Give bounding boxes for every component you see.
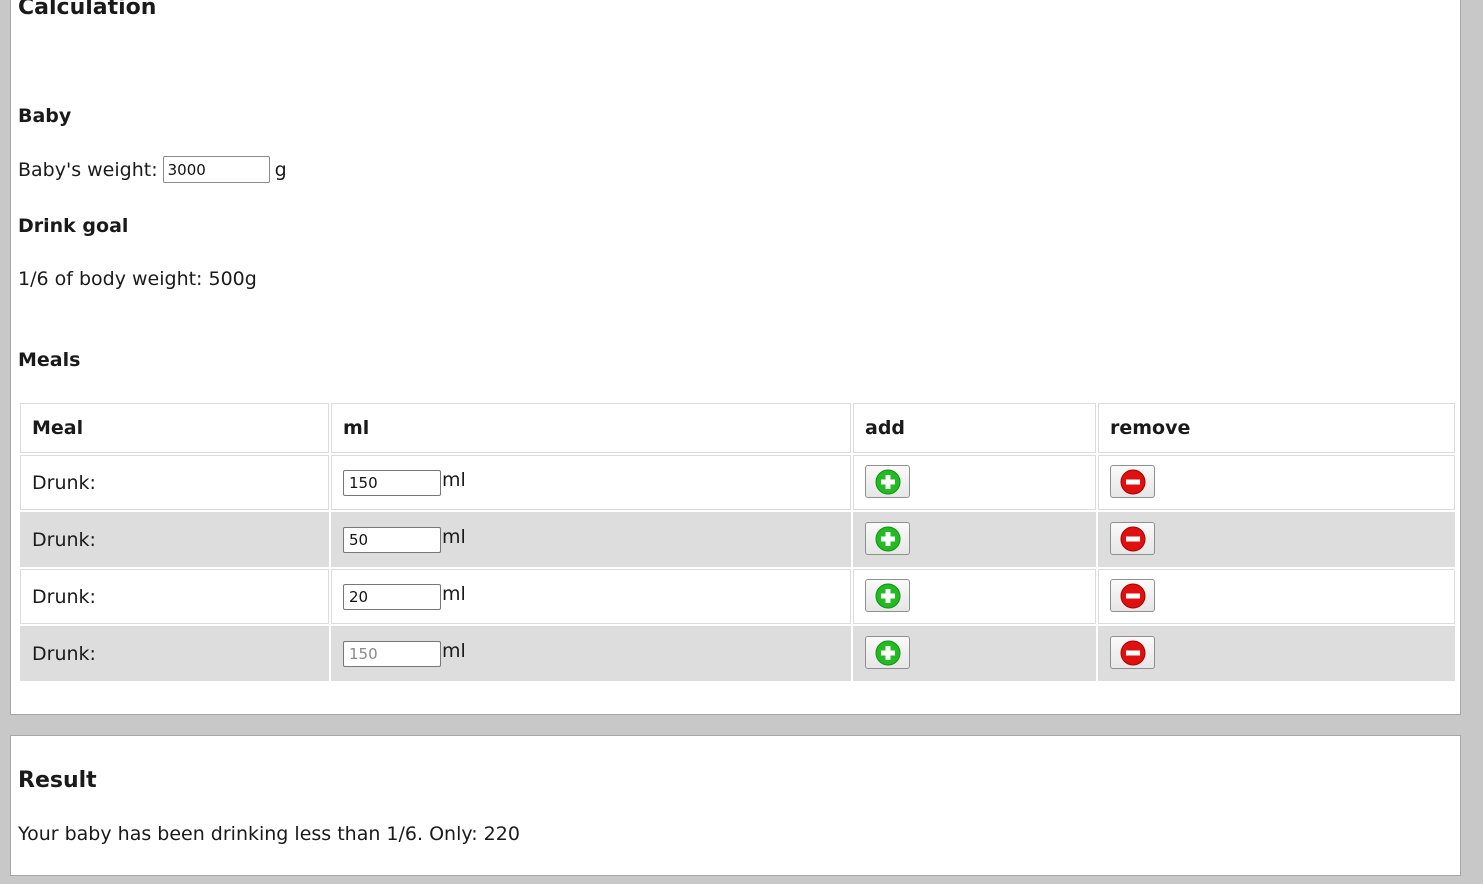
- ml-cell: ml: [331, 455, 851, 510]
- ml-unit: ml: [442, 639, 466, 662]
- baby-heading: Baby: [18, 105, 72, 127]
- add-meal-button[interactable]: [865, 522, 910, 556]
- minus-circle-icon: [1120, 526, 1146, 552]
- ml-cell: ml: [331, 626, 851, 681]
- meal-label-cell: Drunk:: [20, 455, 329, 510]
- remove-cell: [1098, 512, 1455, 567]
- plus-circle-icon: [875, 526, 901, 552]
- meal-label-cell: Drunk:: [20, 569, 329, 624]
- header-ml: ml: [331, 403, 851, 453]
- remove-meal-button[interactable]: [1110, 465, 1155, 499]
- meal-label-cell: Drunk:: [20, 626, 329, 681]
- plus-circle-icon: [875, 640, 901, 666]
- header-remove: remove: [1098, 403, 1455, 453]
- header-add: add: [853, 403, 1096, 453]
- ml-unit: ml: [442, 525, 466, 548]
- meal-row: Drunk: ml: [20, 455, 1455, 510]
- plus-circle-icon: [875, 583, 901, 609]
- remove-meal-button[interactable]: [1110, 579, 1155, 613]
- ml-cell: ml: [331, 569, 851, 624]
- minus-circle-icon: [1120, 640, 1146, 666]
- remove-meal-button[interactable]: [1110, 636, 1155, 670]
- weight-unit: g: [274, 158, 287, 181]
- remove-cell: [1098, 626, 1455, 681]
- meal-row: Drunk: ml: [20, 569, 1455, 624]
- weight-row: Baby's weight: g: [18, 156, 287, 183]
- remove-cell: [1098, 569, 1455, 624]
- meal-row: Drunk: ml: [20, 512, 1455, 567]
- meal-label: Drunk:: [32, 471, 96, 494]
- weight-input[interactable]: [162, 156, 270, 183]
- remove-meal-button[interactable]: [1110, 522, 1155, 556]
- result-panel: Result Your baby has been drinking less …: [10, 735, 1461, 876]
- meal-label: Drunk:: [32, 528, 96, 551]
- ml-input[interactable]: [343, 526, 441, 553]
- meal-label: Drunk:: [32, 642, 96, 665]
- ml-input[interactable]: [343, 640, 441, 667]
- header-meal: Meal: [20, 403, 329, 453]
- add-cell: [853, 569, 1096, 624]
- page-title: Calculation: [18, 0, 157, 20]
- ml-input[interactable]: [343, 583, 441, 610]
- meal-label: Drunk:: [32, 585, 96, 608]
- drink-goal-text: 1/6 of body weight: 500g: [18, 268, 257, 290]
- remove-cell: [1098, 455, 1455, 510]
- add-meal-button[interactable]: [865, 636, 910, 670]
- minus-circle-icon: [1120, 469, 1146, 495]
- add-cell: [853, 626, 1096, 681]
- ml-input[interactable]: [343, 469, 441, 496]
- ml-unit: ml: [442, 582, 466, 605]
- add-cell: [853, 455, 1096, 510]
- ml-cell: ml: [331, 512, 851, 567]
- meals-table: Meal ml add remove Drunk:mlDrunk:mlDrunk…: [18, 401, 1457, 683]
- minus-circle-icon: [1120, 583, 1146, 609]
- weight-label: Baby's weight:: [18, 158, 158, 181]
- drink-goal-heading: Drink goal: [18, 215, 129, 237]
- meal-row: Drunk: ml: [20, 626, 1455, 681]
- add-meal-button[interactable]: [865, 579, 910, 613]
- result-heading: Result: [18, 768, 97, 793]
- table-header-row: Meal ml add remove: [20, 403, 1455, 453]
- add-meal-button[interactable]: [865, 465, 910, 499]
- result-text: Your baby has been drinking less than 1/…: [18, 823, 520, 845]
- meal-label-cell: Drunk:: [20, 512, 329, 567]
- add-cell: [853, 512, 1096, 567]
- meals-heading: Meals: [18, 349, 81, 371]
- ml-unit: ml: [442, 468, 466, 491]
- calculation-panel: Calculation Baby Baby's weight: g Drink …: [10, 0, 1461, 715]
- plus-circle-icon: [875, 469, 901, 495]
